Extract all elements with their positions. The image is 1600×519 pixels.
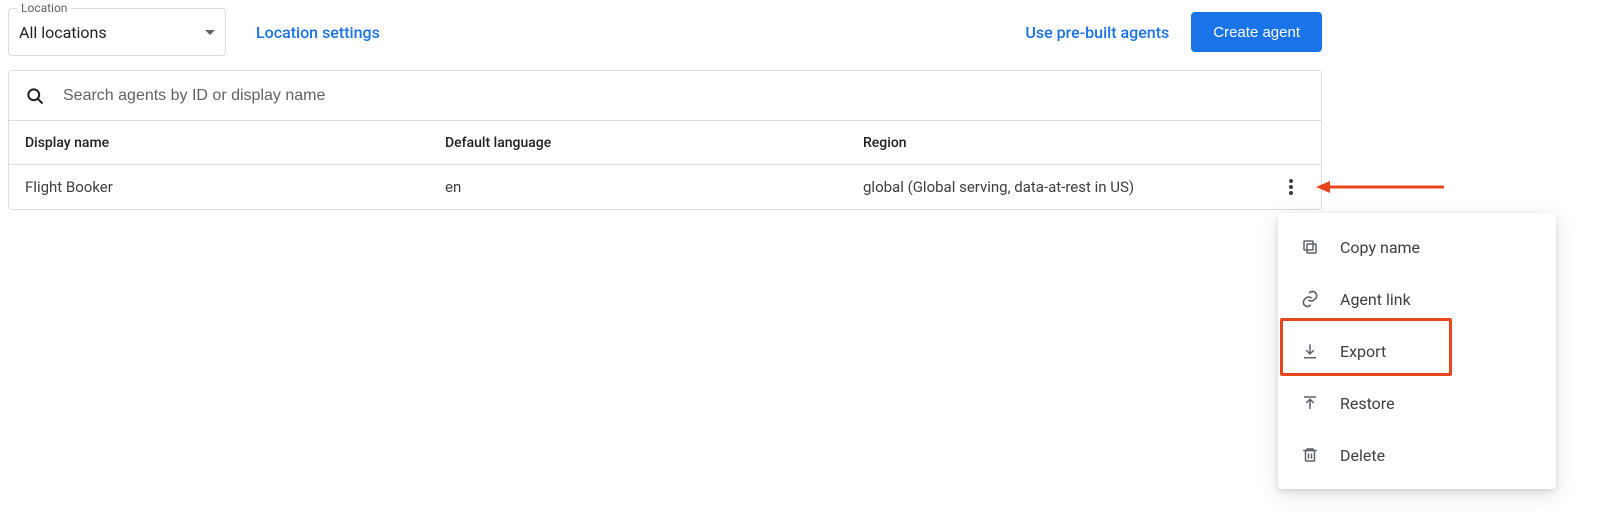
col-header-region: Region <box>863 135 1265 151</box>
menu-item-restore[interactable]: Restore <box>1278 377 1556 429</box>
menu-item-delete[interactable]: Delete <box>1278 429 1556 481</box>
location-select[interactable]: Location All locations <box>8 8 226 56</box>
cell-display-name: Flight Booker <box>25 178 445 196</box>
menu-item-label: Delete <box>1340 446 1385 465</box>
location-value: All locations <box>19 23 205 42</box>
menu-item-copy-name[interactable]: Copy name <box>1278 221 1556 273</box>
search-row <box>9 71 1321 121</box>
annotation-arrow <box>1316 181 1444 193</box>
row-context-menu: Copy name Agent link Export Restore <box>1278 213 1556 489</box>
create-agent-button[interactable]: Create agent <box>1191 12 1322 52</box>
prebuilt-agents-link[interactable]: Use pre-built agents <box>1025 23 1169 42</box>
menu-item-label: Export <box>1340 342 1386 361</box>
copy-icon <box>1298 235 1322 259</box>
menu-item-agent-link[interactable]: Agent link <box>1278 273 1556 325</box>
menu-item-export[interactable]: Export <box>1278 325 1556 377</box>
link-icon <box>1298 287 1322 311</box>
col-header-display-name: Display name <box>25 135 445 151</box>
table-row[interactable]: Flight Booker en global (Global serving,… <box>9 165 1321 209</box>
row-actions-kebab-icon[interactable] <box>1277 173 1305 201</box>
upload-icon <box>1298 391 1322 415</box>
location-settings-link[interactable]: Location settings <box>256 23 380 42</box>
trash-icon <box>1298 443 1322 467</box>
download-icon <box>1298 339 1322 363</box>
agents-table: Display name Default language Region Fli… <box>8 70 1322 210</box>
table-header: Display name Default language Region <box>9 121 1321 165</box>
menu-item-label: Restore <box>1340 394 1395 413</box>
col-header-default-language: Default language <box>445 135 863 151</box>
topbar: Location All locations Location settings… <box>8 6 1322 70</box>
menu-item-label: Copy name <box>1340 238 1420 257</box>
cell-region: global (Global serving, data-at-rest in … <box>863 178 1265 196</box>
cell-default-language: en <box>445 178 863 196</box>
search-input[interactable] <box>63 87 1305 105</box>
search-icon <box>25 86 45 106</box>
location-float-label: Location <box>17 1 71 15</box>
caret-down-icon <box>205 30 215 35</box>
menu-item-label: Agent link <box>1340 290 1411 309</box>
